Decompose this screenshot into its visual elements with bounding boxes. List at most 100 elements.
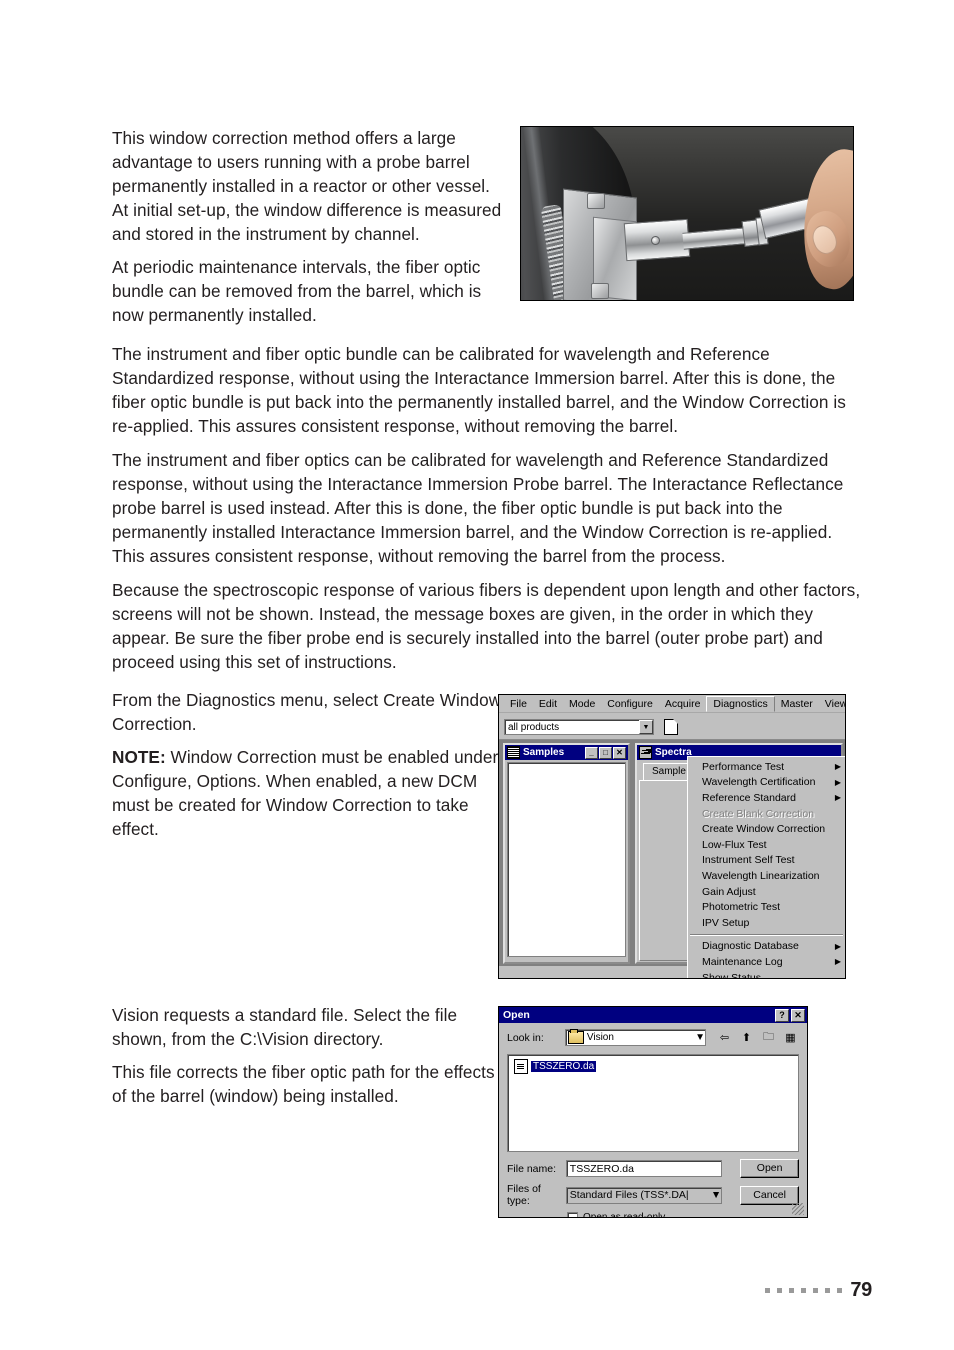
menu-item-label: Instrument Self Test: [702, 854, 795, 867]
footer-dot: [837, 1288, 843, 1293]
menu-file[interactable]: File: [504, 697, 533, 711]
read-only-row: Open as read-only: [567, 1212, 799, 1218]
menu-item-label: Gain Adjust: [702, 885, 756, 898]
product-select[interactable]: all products ▼: [504, 719, 654, 735]
flange-bolt-bottom: [591, 283, 609, 299]
footer-dot: [789, 1288, 795, 1293]
dialog-nav-toolbar: ⇦ ⬆ 🗀 ▦: [716, 1030, 799, 1045]
chevron-down-icon[interactable]: ▼: [695, 1032, 705, 1043]
samples-window-titlebar: Samples _ □ ✕: [505, 745, 628, 760]
open-as-read-only-checkbox[interactable]: [567, 1212, 578, 1217]
close-icon[interactable]: ✕: [613, 746, 626, 759]
chevron-down-icon[interactable]: ▼: [639, 720, 653, 734]
close-icon[interactable]: ✕: [791, 1008, 805, 1022]
paragraph-2: At periodic maintenance intervals, the f…: [112, 257, 482, 326]
samples-window[interactable]: Samples _ □ ✕: [503, 743, 630, 964]
submenu-arrow-icon: ▶: [834, 793, 841, 803]
menu-item-label: Reference Standard: [702, 791, 796, 804]
paragraph-1: This window correction method offers a l…: [112, 128, 502, 245]
menu-item-label: Wavelength Certification: [702, 776, 816, 789]
menu-view[interactable]: View: [819, 697, 845, 711]
up-one-level-icon[interactable]: ⬆: [738, 1030, 755, 1045]
samples-window-icon: [507, 746, 520, 759]
chevron-down-icon[interactable]: ▼: [711, 1189, 721, 1201]
look-in-value: Vision: [586, 1032, 614, 1043]
menu-configure[interactable]: Configure: [601, 697, 659, 711]
submenu-arrow-icon: ▶: [834, 941, 841, 951]
views-icon[interactable]: ▦: [782, 1030, 799, 1045]
cancel-button[interactable]: Cancel: [740, 1185, 799, 1205]
menu-item-photometric-test[interactable]: Photometric Test: [688, 899, 845, 915]
file-name-label: TSSZERO.da: [529, 1060, 598, 1073]
minimize-icon[interactable]: _: [585, 746, 598, 759]
menu-mode[interactable]: Mode: [563, 697, 601, 711]
folder-icon: [567, 1029, 584, 1044]
menu-item-reference-standard[interactable]: Reference Standard ▶: [688, 790, 845, 806]
look-in-select[interactable]: Vision ▼: [564, 1029, 706, 1046]
paragraph-3: The instrument and fiber optic bundle ca…: [112, 344, 846, 437]
footer-dots: [765, 1288, 843, 1293]
menu-item-show-status[interactable]: Show Status: [688, 970, 845, 978]
help-icon[interactable]: ?: [775, 1008, 789, 1022]
list-item[interactable]: TSSZERO.da: [512, 1059, 598, 1074]
mdi-workspace: Samples _ □ ✕ Spectra Sample Performance…: [499, 740, 845, 978]
note-text: Window Correction must be enabled under …: [112, 747, 499, 840]
open-as-read-only-label: Open as read-only: [583, 1212, 666, 1218]
menu-item-low-flux-test[interactable]: Low-Flux Test: [688, 837, 845, 853]
menu-item-wavelength-linearization[interactable]: Wavelength Linearization: [688, 868, 845, 884]
footer-dot: [813, 1288, 819, 1293]
menu-item-create-window-correction[interactable]: Create Window Correction: [688, 821, 845, 837]
menu-item-gain-adjust[interactable]: Gain Adjust: [688, 884, 845, 900]
files-of-type-select[interactable]: Standard Files (TSS*.DA| ▼: [565, 1186, 723, 1204]
maximize-icon[interactable]: □: [599, 746, 612, 759]
submenu-arrow-icon: ▶: [834, 762, 841, 772]
file-name-input[interactable]: TSSZERO.da: [565, 1160, 723, 1177]
menu-item-label: Wavelength Linearization: [702, 869, 820, 882]
open-file-dialog: Open ? ✕ Look in: Vision ▼ ⇦ ⬆ 🗀 ▦ TSSZE…: [498, 1006, 808, 1218]
menu-diagnostics[interactable]: Diagnostics: [706, 695, 775, 712]
menu-item-performance-test[interactable]: Performance Test ▶: [688, 759, 845, 775]
new-document-icon: [663, 719, 678, 735]
menu-item-maintenance-log[interactable]: Maintenance Log ▶: [688, 954, 845, 970]
samples-window-buttons: _ □ ✕: [585, 746, 626, 759]
samples-list[interactable]: [507, 762, 626, 957]
menu-item-instrument-self-test[interactable]: Instrument Self Test: [688, 853, 845, 869]
document-page: This window correction method offers a l…: [0, 0, 954, 1350]
menu-item-ipv-setup[interactable]: IPV Setup: [688, 915, 845, 931]
menu-master[interactable]: Master: [775, 697, 819, 711]
app-menubar: File Edit Mode Configure Acquire Diagnos…: [499, 695, 845, 713]
paragraph-4: The instrument and fiber optics can be c…: [112, 450, 844, 567]
menu-item-label: Maintenance Log: [702, 955, 783, 968]
look-in-row: Look in: Vision ▼ ⇦ ⬆ 🗀 ▦: [499, 1023, 807, 1048]
menu-item-diagnostic-database[interactable]: Diagnostic Database ▶: [688, 939, 845, 955]
samples-window-title: Samples: [523, 747, 565, 758]
file-icon: [514, 1059, 528, 1074]
open-dialog-footer: File name: TSSZERO.da Open Files of type…: [499, 1152, 807, 1218]
paragraph-6: From the Diagnostics menu, select Create…: [112, 690, 502, 735]
menu-edit[interactable]: Edit: [533, 697, 563, 711]
menu-item-wavelength-certification[interactable]: Wavelength Certification ▶: [688, 775, 845, 791]
files-of-type-value: Standard Files (TSS*.DA|: [569, 1189, 689, 1201]
open-dialog-titlebar: Open ? ✕: [499, 1007, 807, 1023]
file-name-row: File name: TSSZERO.da Open: [507, 1159, 799, 1178]
file-list[interactable]: TSSZERO.da: [507, 1054, 799, 1152]
flange-bolt-top: [587, 193, 605, 209]
new-document-button[interactable]: [661, 717, 680, 737]
menu-item-label: Photometric Test: [702, 901, 781, 914]
new-folder-icon[interactable]: 🗀: [760, 1030, 777, 1045]
paragraph-5: Because the spectroscopic response of va…: [112, 580, 861, 673]
footer-dot: [825, 1288, 831, 1293]
vision-app-screenshot: File Edit Mode Configure Acquire Diagnos…: [498, 694, 846, 979]
footer-dot: [777, 1288, 783, 1293]
look-in-label: Look in:: [507, 1031, 544, 1044]
resize-grip[interactable]: [792, 1203, 804, 1215]
page-footer: 79: [765, 1279, 872, 1302]
menu-item-label: Create Window Correction: [702, 823, 826, 836]
product-select-value: all products: [508, 721, 560, 733]
back-icon[interactable]: ⇦: [716, 1030, 733, 1045]
open-button[interactable]: Open: [740, 1159, 799, 1178]
menu-acquire[interactable]: Acquire: [659, 697, 707, 711]
paragraph-7-note: NOTE: Window Correction must be enabled …: [112, 745, 504, 841]
paragraph-8: Vision requests a standard file. Select …: [112, 1005, 458, 1050]
menu-item-label: IPV Setup: [702, 916, 750, 929]
